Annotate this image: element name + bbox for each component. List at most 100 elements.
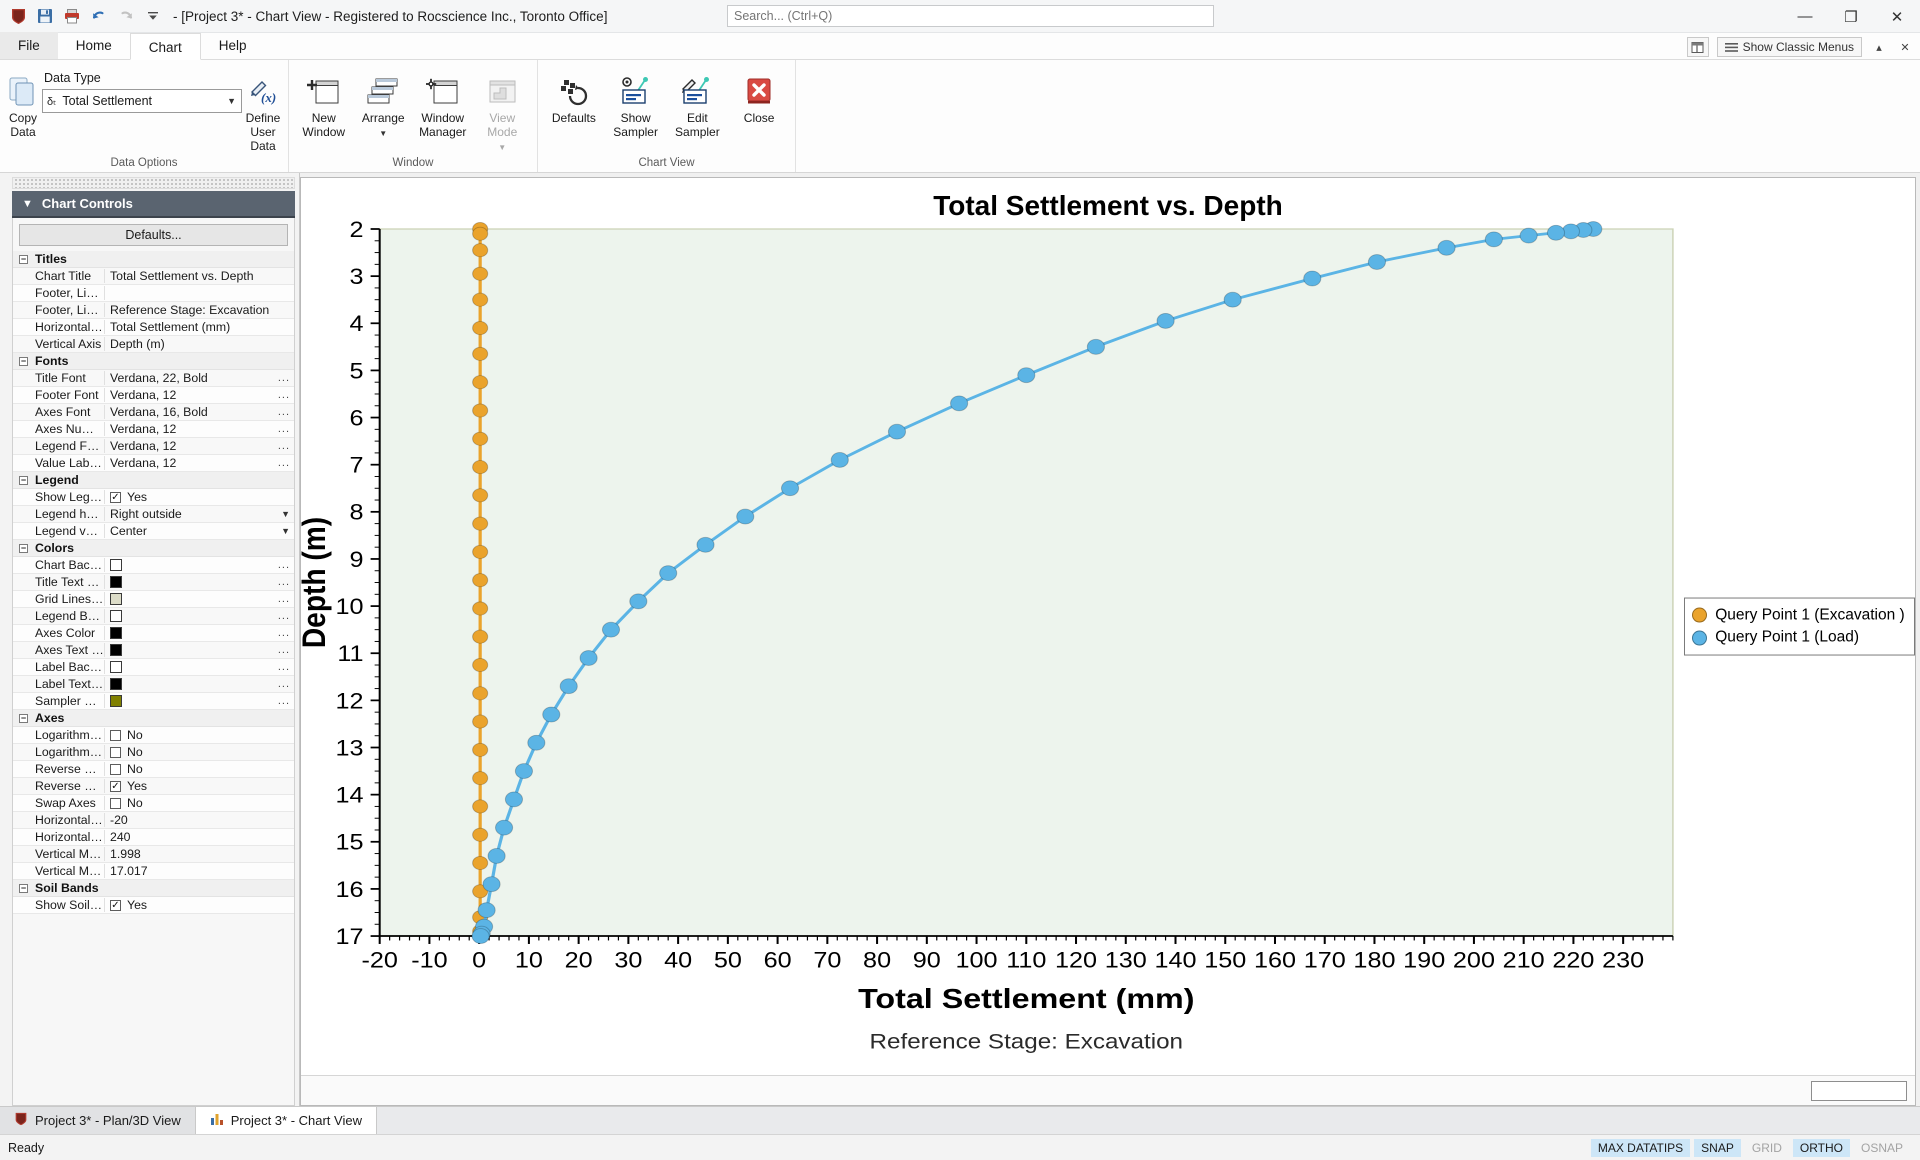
property-row[interactable]: Vertical Axis Depth (m)	[13, 336, 294, 353]
data-point[interactable]	[472, 771, 489, 786]
property-editor-ellipsis-button[interactable]: ...	[278, 423, 290, 435]
property-row[interactable]: Vertical Max... 17.017	[13, 863, 294, 880]
view-mode-chevron-down-icon[interactable]: ▼	[498, 143, 506, 152]
data-point[interactable]	[472, 686, 489, 701]
property-editor-ellipsis-button[interactable]: ...	[278, 406, 290, 418]
property-group-legend[interactable]: − Legend	[13, 472, 294, 489]
property-value[interactable]: ...	[105, 644, 294, 656]
checkbox-icon[interactable]	[110, 746, 121, 758]
property-value[interactable]: Total Settlement vs. Depth	[105, 269, 294, 283]
property-editor-ellipsis-button[interactable]: ...	[278, 627, 290, 639]
property-value[interactable]: Verdana, 12...	[105, 456, 294, 470]
expander-icon[interactable]: −	[19, 475, 28, 485]
data-point[interactable]	[472, 601, 489, 616]
qat-customize-chevron-down-icon[interactable]	[143, 6, 163, 26]
property-row[interactable]: Legend hori... Right outside ▼	[13, 506, 294, 523]
data-point[interactable]	[950, 395, 969, 412]
data-point[interactable]	[472, 375, 489, 390]
property-row[interactable]: Footer, Line 2 Reference Stage: Excavatio…	[13, 302, 294, 319]
undo-icon[interactable]	[89, 6, 109, 26]
data-point[interactable]	[472, 573, 489, 588]
property-row[interactable]: Show Legend ✓ Yes	[13, 489, 294, 506]
property-value[interactable]: ✓ Yes	[105, 490, 294, 504]
show-sampler-button[interactable]: Show Sampler	[606, 65, 666, 145]
data-point[interactable]	[472, 799, 489, 814]
chart-coordinate-field[interactable]	[1811, 1080, 1907, 1101]
search-input[interactable]	[727, 5, 1214, 27]
data-point[interactable]	[472, 346, 489, 361]
property-row[interactable]: Vertical Mini... 1.998	[13, 846, 294, 863]
property-row[interactable]: Chart Title Total Settlement vs. Depth	[13, 268, 294, 285]
property-value[interactable]: ...	[105, 661, 294, 673]
data-point[interactable]	[472, 488, 489, 503]
property-value[interactable]: No	[105, 762, 294, 776]
property-value[interactable]: Verdana, 12...	[105, 439, 294, 453]
property-editor-ellipsis-button[interactable]: ...	[278, 389, 290, 401]
property-row[interactable]: Swap Axes No	[13, 795, 294, 812]
expander-icon[interactable]: −	[19, 543, 28, 553]
checkbox-icon[interactable]	[110, 729, 121, 741]
property-row[interactable]: Axes Color...	[13, 625, 294, 642]
doctab-plan-3d-view[interactable]: Project 3* - Plan/3D View	[0, 1107, 196, 1134]
color-swatch[interactable]	[110, 661, 122, 673]
property-value[interactable]: No	[105, 728, 294, 742]
data-point[interactable]	[472, 460, 489, 475]
property-value[interactable]: Total Settlement (mm)	[105, 320, 294, 334]
data-point[interactable]	[477, 902, 496, 919]
doctab-chart-view[interactable]: Project 3* - Chart View	[195, 1107, 377, 1134]
new-window-button[interactable]: New Window	[295, 65, 353, 145]
copy-data-button[interactable]: Copy Data	[6, 65, 40, 145]
property-row[interactable]: Axes Text C......	[13, 642, 294, 659]
close-window-button[interactable]: ✕	[1874, 0, 1920, 33]
property-group-colors[interactable]: − Colors	[13, 540, 294, 557]
legend-item[interactable]: Query Point 1 (Excavation )	[1692, 604, 1905, 626]
property-row[interactable]: Footer, Line 1	[13, 285, 294, 302]
property-value[interactable]: 240	[105, 830, 294, 844]
collapse-chevron-down-icon[interactable]: ▼	[22, 198, 33, 210]
property-editor-ellipsis-button[interactable]: ...	[278, 440, 290, 452]
data-point[interactable]	[1156, 312, 1175, 329]
data-point[interactable]	[504, 791, 524, 808]
color-swatch[interactable]	[110, 610, 122, 622]
data-point[interactable]	[472, 855, 489, 871]
maximize-button[interactable]: ❐	[1828, 0, 1874, 33]
data-point[interactable]	[472, 226, 489, 241]
property-value[interactable]: Depth (m)	[105, 337, 294, 351]
data-point[interactable]	[472, 431, 489, 446]
property-row[interactable]: Title Text C......	[13, 574, 294, 591]
data-point[interactable]	[487, 848, 506, 864]
property-group-soil-bands[interactable]: − Soil Bands	[13, 880, 294, 897]
property-row[interactable]: Sampler Color...	[13, 693, 294, 710]
data-point[interactable]	[579, 650, 598, 666]
property-row[interactable]: Horizontal M... 240	[13, 829, 294, 846]
data-point[interactable]	[559, 678, 578, 695]
expander-icon[interactable]: −	[19, 356, 28, 366]
chart-controls-header[interactable]: ▼ Chart Controls	[12, 191, 295, 218]
property-value[interactable]: Verdana, 12...	[105, 422, 294, 436]
data-point[interactable]	[696, 536, 715, 553]
expander-icon[interactable]: −	[19, 254, 28, 264]
property-row[interactable]: Horizontal Axis Total Settlement (mm)	[13, 319, 294, 336]
property-value[interactable]: Verdana, 22, Bold...	[105, 371, 294, 385]
property-row[interactable]: Grid Lines C......	[13, 591, 294, 608]
data-point[interactable]	[1303, 270, 1322, 287]
status-toggle-ortho[interactable]: ORTHO	[1792, 1138, 1850, 1157]
status-toggle-osnap[interactable]: OSNAP	[1854, 1139, 1910, 1157]
color-swatch[interactable]	[110, 644, 122, 656]
property-editor-ellipsis-button[interactable]: ...	[278, 576, 290, 588]
data-point[interactable]	[527, 734, 546, 751]
chart-canvas[interactable]: Total Settlement vs. Depth -20 -10 0 10 20 30…	[301, 178, 1915, 1075]
property-row[interactable]: Logarithmic ... No	[13, 744, 294, 761]
property-row[interactable]: Label Text ......	[13, 676, 294, 693]
status-toggle-grid[interactable]: GRID	[1745, 1139, 1789, 1157]
data-point[interactable]	[1223, 291, 1242, 308]
data-point[interactable]	[471, 928, 490, 944]
chart-plot-svg[interactable]: -20 -10 0 10 20 30 40 50 60 70 80 90 100 110 120 130 140…	[301, 178, 1915, 1075]
data-point[interactable]	[472, 292, 489, 307]
data-type-dropdown[interactable]: δₜ Total Settlement ▼	[42, 89, 242, 113]
data-point[interactable]	[472, 320, 489, 336]
chevron-down-icon[interactable]: ▼	[281, 526, 290, 536]
property-row[interactable]: Reverse Ver... ✓ Yes	[13, 778, 294, 795]
data-point[interactable]	[472, 714, 489, 729]
data-point[interactable]	[472, 629, 489, 644]
